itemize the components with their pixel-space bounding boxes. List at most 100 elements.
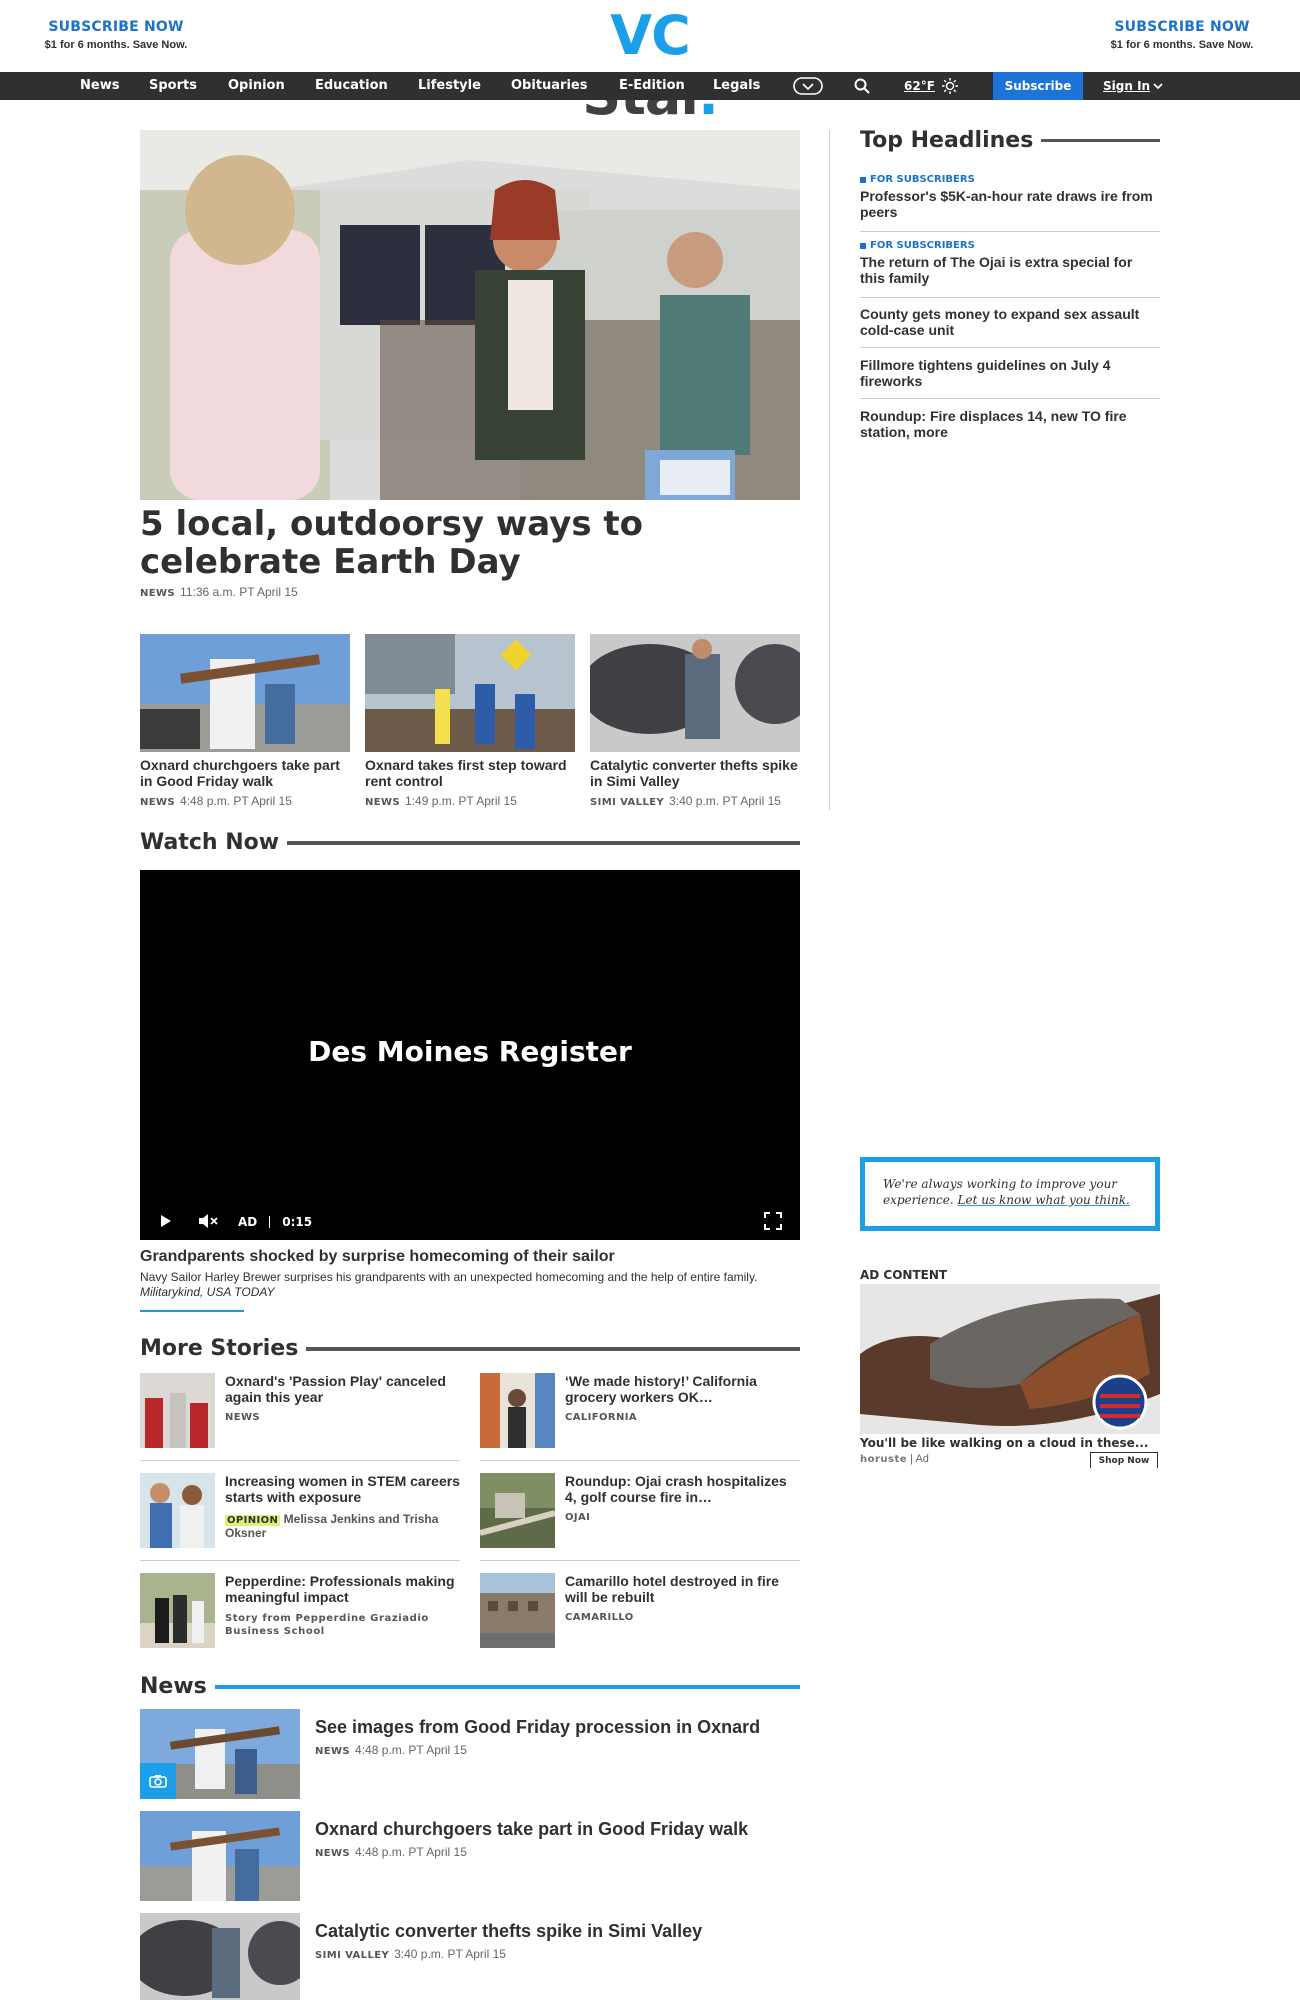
- list-item[interactable]: Roundup: Ojai crash hospitalizes 4, golf…: [480, 1473, 800, 1553]
- list-item-title[interactable]: Pepperdine: Professionals making meaning…: [225, 1573, 460, 1605]
- news-thumbnail[interactable]: [140, 1811, 300, 1901]
- hero-headline[interactable]: 5 local, outdoorsy ways to celebrate Ear…: [140, 505, 800, 581]
- list-item[interactable]: Pepperdine: Professionals making meaning…: [140, 1573, 460, 1653]
- list-item-section[interactable]: CALIFORNIA: [565, 1412, 637, 1423]
- headline-item[interactable]: Roundup: Fire displaces 14, new TO fire …: [860, 408, 1160, 450]
- story-card-time: 4:48 p.m. PT April 15: [180, 794, 292, 808]
- story-card-section[interactable]: NEWS: [140, 797, 175, 808]
- hero-section[interactable]: NEWS: [140, 588, 175, 599]
- story-card-title[interactable]: Oxnard takes first step toward rent cont…: [365, 757, 575, 789]
- list-item-thumbnail[interactable]: [480, 1573, 555, 1648]
- news-section[interactable]: SIMI VALLEY: [315, 1950, 389, 1961]
- ad-image[interactable]: [860, 1284, 1160, 1434]
- story-card-image[interactable]: [140, 634, 350, 752]
- subscribe-promo-title[interactable]: SUBSCRIBE NOW: [6, 19, 226, 35]
- news-thumbnail[interactable]: [140, 1709, 300, 1799]
- news-thumbnail[interactable]: [140, 1913, 300, 2000]
- ad-content-label: AD CONTENT: [860, 1268, 948, 1282]
- nav-item-legals[interactable]: Legals: [713, 72, 760, 100]
- story-card-section[interactable]: SIMI VALLEY: [590, 797, 664, 808]
- headline-item[interactable]: Fillmore tightens guidelines on July 4 f…: [860, 357, 1160, 399]
- headline-title[interactable]: Fillmore tightens guidelines on July 4 f…: [860, 357, 1160, 389]
- list-item[interactable]: Increasing women in STEM careers starts …: [140, 1473, 460, 1553]
- story-card[interactable]: Oxnard takes first step toward rent cont…: [365, 634, 575, 808]
- video-description: Navy Sailor Harley Brewer surprises his …: [140, 1270, 758, 1284]
- story-card-image[interactable]: [365, 634, 575, 752]
- story-card-image[interactable]: [590, 634, 800, 752]
- list-item-thumbnail[interactable]: [140, 1373, 215, 1448]
- news-list-item[interactable]: Catalytic converter thefts spike in Simi…: [140, 1913, 800, 2000]
- feedback-link[interactable]: Let us know what you think.: [958, 1193, 1130, 1207]
- nav-item-education[interactable]: Education: [315, 72, 388, 100]
- news-section[interactable]: NEWS: [315, 1746, 350, 1757]
- list-item-section[interactable]: NEWS: [225, 1412, 260, 1423]
- story-card-title[interactable]: Catalytic converter thefts spike in Simi…: [590, 757, 800, 789]
- news-section[interactable]: NEWS: [315, 1848, 350, 1859]
- subscribe-promo-right[interactable]: SUBSCRIBE NOW $1 for 6 months. Save Now.: [1072, 19, 1292, 51]
- subscribe-promo-title[interactable]: SUBSCRIBE NOW: [1072, 19, 1292, 35]
- headline-item[interactable]: FOR SUBSCRIBERS Professor's $5K-an-hour …: [860, 174, 1160, 232]
- ad-caption[interactable]: You'll be like walking on a cloud in the…: [860, 1436, 1160, 1450]
- list-item-title[interactable]: Roundup: Ojai crash hospitalizes 4, golf…: [565, 1473, 800, 1505]
- mute-icon[interactable]: [198, 1213, 220, 1232]
- list-item-section[interactable]: OJAI: [565, 1512, 590, 1523]
- list-item-title[interactable]: Camarillo hotel destroyed in fire will b…: [565, 1573, 800, 1605]
- news-time: 3:40 p.m. PT April 15: [394, 1947, 506, 1961]
- nav-item-sports[interactable]: Sports: [149, 72, 197, 100]
- subscribe-promo-left[interactable]: SUBSCRIBE NOW $1 for 6 months. Save Now.: [6, 19, 226, 51]
- opinion-badge[interactable]: OPINION: [225, 1515, 281, 1526]
- hero-image[interactable]: [140, 130, 800, 500]
- list-item-thumbnail[interactable]: [140, 1473, 215, 1548]
- fullscreen-icon[interactable]: [764, 1211, 782, 1233]
- news-title[interactable]: Catalytic converter thefts spike in Simi…: [315, 1921, 702, 1942]
- nav-item-e-edition[interactable]: E-Edition: [619, 72, 685, 100]
- list-item-section[interactable]: CAMARILLO: [565, 1612, 634, 1623]
- nav-item-obituaries[interactable]: Obituaries: [511, 72, 587, 100]
- logo-vc[interactable]: VC: [610, 4, 690, 67]
- list-item-title[interactable]: Increasing women in STEM careers starts …: [225, 1473, 460, 1505]
- site-logo[interactable]: VC Star.: [540, 6, 760, 126]
- list-item-title[interactable]: ‘We made history!’ California grocery wo…: [565, 1373, 800, 1405]
- list-item-thumbnail[interactable]: [140, 1573, 215, 1648]
- chevron-down-icon[interactable]: [1152, 72, 1164, 100]
- list-divider: [140, 1560, 460, 1561]
- list-item[interactable]: Oxnard's 'Passion Play' canceled again t…: [140, 1373, 460, 1453]
- list-item-sponsor[interactable]: Story from Pepperdine Graziadio Business…: [225, 1612, 445, 1638]
- sun-icon[interactable]: [940, 72, 960, 100]
- list-item-thumbnail[interactable]: [480, 1473, 555, 1548]
- play-icon[interactable]: [160, 1214, 180, 1231]
- story-card[interactable]: Catalytic converter thefts spike in Simi…: [590, 634, 800, 808]
- weather-temp[interactable]: 62°F: [904, 72, 935, 100]
- nav-item-news[interactable]: News: [80, 72, 119, 100]
- story-card-title[interactable]: Oxnard churchgoers take part in Good Fri…: [140, 757, 350, 789]
- nav-item-lifestyle[interactable]: Lifestyle: [418, 72, 481, 100]
- news-list-item[interactable]: See images from Good Friday procession i…: [140, 1709, 800, 1799]
- subscribe-promo-subtitle[interactable]: $1 for 6 months. Save Now.: [6, 39, 226, 51]
- shop-now-button[interactable]: Shop Now: [1090, 1452, 1158, 1468]
- headline-item[interactable]: FOR SUBSCRIBERS The return of The Ojai i…: [860, 240, 1160, 298]
- story-card-section[interactable]: NEWS: [365, 797, 400, 808]
- usa-today-network-icon[interactable]: [792, 72, 824, 100]
- headline-title[interactable]: Roundup: Fire displaces 14, new TO fire …: [860, 408, 1160, 440]
- news-title[interactable]: Oxnard churchgoers take part in Good Fri…: [315, 1819, 748, 1840]
- news-list-item[interactable]: Oxnard churchgoers take part in Good Fri…: [140, 1811, 800, 1901]
- news-title[interactable]: See images from Good Friday procession i…: [315, 1717, 760, 1738]
- subscribe-button[interactable]: Subscribe: [993, 72, 1083, 100]
- video-player[interactable]: Des Moines Register AD 0:15: [140, 870, 800, 1240]
- subscriber-flag-label: FOR SUBSCRIBERS: [870, 174, 975, 185]
- headline-title[interactable]: Professor's $5K-an-hour rate draws ire f…: [860, 188, 1160, 220]
- headline-title[interactable]: County gets money to expand sex assault …: [860, 306, 1160, 338]
- sign-in-link[interactable]: Sign In: [1103, 72, 1150, 100]
- story-card[interactable]: Oxnard churchgoers take part in Good Fri…: [140, 634, 350, 808]
- list-item[interactable]: Camarillo hotel destroyed in fire will b…: [480, 1573, 800, 1653]
- search-icon[interactable]: [850, 72, 874, 100]
- list-item[interactable]: ‘We made history!’ California grocery wo…: [480, 1373, 800, 1453]
- nav-item-opinion[interactable]: Opinion: [228, 72, 285, 100]
- list-item-title[interactable]: Oxnard's 'Passion Play' canceled again t…: [225, 1373, 460, 1405]
- headline-title[interactable]: The return of The Ojai is extra special …: [860, 254, 1160, 286]
- video-title[interactable]: Grandparents shocked by surprise homecom…: [140, 1248, 615, 1266]
- headline-item[interactable]: County gets money to expand sex assault …: [860, 306, 1160, 348]
- subscribe-promo-subtitle[interactable]: $1 for 6 months. Save Now.: [1072, 39, 1292, 51]
- list-item-thumbnail[interactable]: [480, 1373, 555, 1448]
- ad-source[interactable]: horuste: [860, 1454, 907, 1465]
